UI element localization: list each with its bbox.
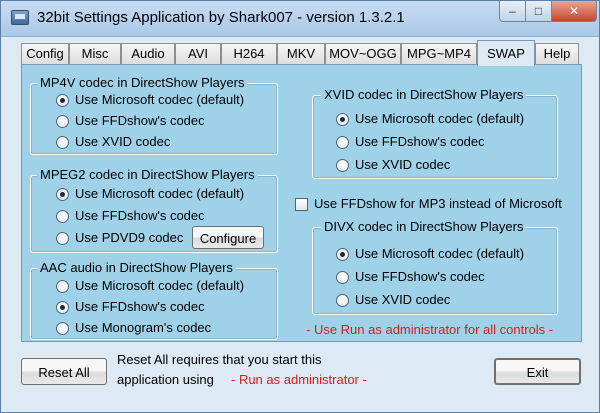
radio-label: Use FFDshow's codec <box>75 299 205 314</box>
swap-tab-panel: MP4V codec in DirectShow Players Use Mic… <box>21 64 582 342</box>
radio-button[interactable] <box>336 248 349 261</box>
mp3-ffdshow-label: Use FFDshow for MP3 instead of Microsoft <box>314 196 562 211</box>
divx-group-title: DIVX codec in DirectShow Players <box>321 219 527 235</box>
radio-label: Use XVID codec <box>75 134 171 149</box>
radio-button[interactable] <box>336 136 349 149</box>
tab-mpg-mp4[interactable]: MPG~MP4 <box>401 43 477 65</box>
radio-button[interactable] <box>336 271 349 284</box>
radio-label: Use FFDshow's codec <box>355 134 485 149</box>
settings-window: 32bit Settings Application by Shark007 -… <box>0 0 600 413</box>
tab-h264[interactable]: H264 <box>221 43 277 65</box>
tab-strip: Config Misc Audio AVI H264 MKV MOV~OGG M… <box>21 40 581 66</box>
xvid-group-title: XVID codec in DirectShow Players <box>321 87 527 103</box>
tab-swap[interactable]: SWAP <box>477 40 535 66</box>
app-window-icon <box>11 10 29 25</box>
run-as-admin-note: - Run as administrator - <box>231 372 367 387</box>
window-title: 32bit Settings Application by Shark007 -… <box>37 9 405 26</box>
tab-misc[interactable]: Misc <box>69 43 121 65</box>
radio-label: Use Microsoft codec (default) <box>75 186 245 201</box>
mp4v-group-title: MP4V codec in DirectShow Players <box>37 75 248 91</box>
maximize-button[interactable]: □ <box>526 1 552 22</box>
close-button[interactable]: ✕ <box>552 1 597 22</box>
mp4v-codec-group: MP4V codec in DirectShow Players Use Mic… <box>30 75 278 155</box>
tab-audio[interactable]: Audio <box>121 43 175 65</box>
minimize-button[interactable]: – <box>499 1 526 22</box>
admin-note: - Use Run as administrator for all contr… <box>306 322 554 337</box>
radio-button[interactable] <box>336 113 349 126</box>
radio-label: Use XVID codec <box>355 157 451 172</box>
radio-button[interactable] <box>56 210 69 223</box>
mpeg2-group-title: MPEG2 codec in DirectShow Players <box>37 167 258 183</box>
divx-codec-group: DIVX codec in DirectShow Players Use Mic… <box>312 219 558 315</box>
tab-mov-ogg[interactable]: MOV~OGG <box>325 43 401 65</box>
reset-info-line-1: Reset All requires that you start this <box>117 352 322 367</box>
radio-label: Use FFDshow's codec <box>75 208 205 223</box>
radio-button[interactable] <box>56 232 69 245</box>
exit-button[interactable]: Exit <box>494 358 581 385</box>
aac-audio-group: AAC audio in DirectShow Players Use Micr… <box>30 260 278 340</box>
radio-button[interactable] <box>56 136 69 149</box>
radio-button[interactable] <box>56 94 69 107</box>
radio-button[interactable] <box>56 115 69 128</box>
radio-label: Use Microsoft codec (default) <box>75 278 245 293</box>
configure-button[interactable]: Configure <box>192 226 264 249</box>
radio-button[interactable] <box>336 159 349 172</box>
radio-button[interactable] <box>56 280 69 293</box>
tab-avi[interactable]: AVI <box>175 43 221 65</box>
reset-info-line-2: application using <box>117 372 214 387</box>
xvid-codec-group: XVID codec in DirectShow Players Use Mic… <box>312 87 558 179</box>
radio-button[interactable] <box>336 294 349 307</box>
radio-label: Use Microsoft codec (default) <box>355 246 525 261</box>
tab-help[interactable]: Help <box>535 43 579 65</box>
radio-button[interactable] <box>56 322 69 335</box>
reset-all-button[interactable]: Reset All <box>21 358 107 385</box>
tab-mkv[interactable]: MKV <box>277 43 325 65</box>
title-bar[interactable]: 32bit Settings Application by Shark007 -… <box>1 1 599 37</box>
radio-label: Use Microsoft codec (default) <box>355 111 525 126</box>
radio-label: Use Microsoft codec (default) <box>75 92 245 107</box>
radio-label: Use Monogram's codec <box>75 320 212 335</box>
radio-label: Use XVID codec <box>355 292 451 307</box>
aac-group-title: AAC audio in DirectShow Players <box>37 260 236 276</box>
mp3-ffdshow-checkbox[interactable] <box>295 198 308 211</box>
radio-label: Use PDVD9 codec <box>75 230 184 245</box>
radio-button[interactable] <box>56 188 69 201</box>
radio-button[interactable] <box>56 301 69 314</box>
radio-label: Use FFDshow's codec <box>75 113 205 128</box>
tab-config[interactable]: Config <box>21 43 69 65</box>
mpeg2-codec-group: MPEG2 codec in DirectShow Players Use Mi… <box>30 167 278 253</box>
radio-label: Use FFDshow's codec <box>355 269 485 284</box>
